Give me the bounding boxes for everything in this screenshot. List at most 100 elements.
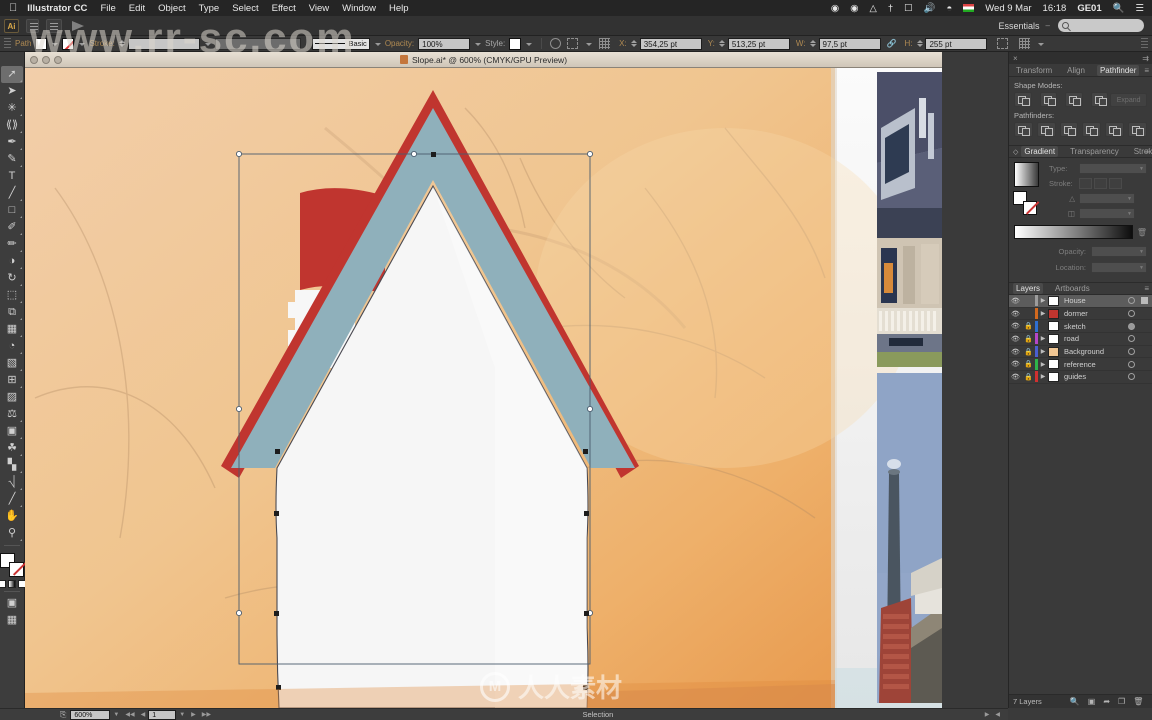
workspace-switcher[interactable]: Essentials [999, 21, 1040, 31]
gradient-angle-input[interactable] [1079, 193, 1135, 204]
minus-front-icon[interactable] [1039, 92, 1058, 107]
minus-back-icon[interactable] [1128, 122, 1147, 137]
rectangle-tool[interactable]: □ [1, 202, 23, 219]
menu-effect[interactable]: Effect [272, 3, 296, 14]
lasso-tool[interactable]: ⟪⟫ [1, 117, 23, 134]
layer-visibility-icon[interactable]: 👁 [1009, 335, 1022, 343]
menu-type[interactable]: Type [199, 3, 220, 14]
gradient-stroke-swatch[interactable] [1023, 201, 1037, 215]
layer-visibility-icon[interactable]: 👁 [1009, 297, 1022, 305]
screen-mode-button[interactable]: ▦ [1, 612, 23, 629]
zoom-level-input[interactable]: 600% [70, 709, 111, 720]
close-panel-icon[interactable]: × [1013, 54, 1018, 63]
next-page-icon[interactable]: ▶ [191, 711, 196, 718]
collapse-panel-icon[interactable]: ⇉ [1142, 54, 1149, 63]
tab-gradient[interactable]: Gradient [1021, 146, 1059, 157]
arrange-documents-button[interactable] [46, 18, 62, 33]
layer-row-reference[interactable]: 👁 🔒 ▶ reference [1009, 358, 1152, 372]
x-stepper[interactable] [631, 38, 638, 50]
eyedropper-tool[interactable]: ⚖ [1, 406, 23, 423]
color-button[interactable] [0, 580, 6, 588]
cloud-icon[interactable]: △ [870, 3, 877, 14]
h-stepper[interactable] [916, 38, 923, 50]
graphic-style-swatch[interactable] [509, 37, 522, 50]
menubar-user[interactable]: GE01 [1077, 3, 1101, 14]
layer-lock-icon[interactable]: 🔒 [1022, 348, 1035, 356]
new-layer-icon[interactable]: ❐ [1118, 697, 1125, 706]
spotlight-search-icon[interactable]: 🔍 [1113, 3, 1125, 14]
wifi-icon[interactable]: ◓ [947, 3, 953, 14]
fill-stroke-indicator[interactable] [0, 553, 24, 577]
stroke-color-swatch[interactable] [9, 562, 24, 577]
paintbrush-tool[interactable]: ✐ [1, 219, 23, 236]
status-menu-icon[interactable]: ▶ [985, 711, 990, 718]
exit-fullscreen-icon[interactable]: ⎘ [60, 710, 66, 720]
brush-dropdown-icon[interactable] [373, 38, 382, 50]
layer-expand-icon[interactable]: ▶ [1038, 297, 1048, 304]
fill-swatch[interactable] [35, 37, 48, 50]
layer-target-icon[interactable] [1128, 310, 1135, 318]
stroke-weight-stepper[interactable] [119, 38, 126, 50]
menu-select[interactable]: Select [232, 3, 258, 14]
menu-help[interactable]: Help [389, 3, 409, 14]
layer-row-guides[interactable]: 👁 🔒 ▶ guides [1009, 371, 1152, 384]
gradient-type-select[interactable] [1079, 163, 1147, 174]
layer-name[interactable]: Background [1064, 347, 1152, 356]
merge-icon[interactable] [1059, 122, 1079, 137]
bridge-button[interactable] [26, 18, 39, 33]
minimize-window-button[interactable] [42, 56, 50, 64]
layer-visibility-icon[interactable]: 👁 [1009, 310, 1022, 318]
zoom-tool[interactable]: ⚲ [1, 525, 23, 542]
zoom-dropdown-icon[interactable]: ▼ [113, 712, 119, 718]
unite-icon[interactable] [1014, 92, 1032, 107]
direct-selection-tool[interactable]: ➤ [1, 83, 23, 100]
type-tool[interactable]: T [1, 168, 23, 185]
rotate-tool[interactable]: ↻ [1, 270, 23, 287]
tab-transform[interactable]: Transform [1013, 65, 1055, 76]
gradient-location-input[interactable] [1091, 262, 1147, 273]
stroke-weight-input[interactable] [127, 37, 200, 50]
exclude-icon[interactable] [1090, 92, 1109, 107]
layer-lock-icon[interactable]: 🔒 [1022, 360, 1035, 368]
gradient-opacity-input[interactable] [1091, 246, 1147, 257]
gradient-fill-stroke-box[interactable] [1013, 191, 1037, 215]
menu-app-name[interactable]: Illustrator CC [27, 3, 87, 14]
scale-tool[interactable]: ⬚ [1, 287, 23, 304]
prev-page-icon[interactable]: ◀ [141, 711, 146, 718]
shape-builder-tool[interactable]: ◔ [1, 338, 23, 355]
free-transform-tool[interactable]: ▦ [1, 321, 23, 338]
locate-object-icon[interactable]: 🔍 [1070, 697, 1080, 706]
intersect-icon[interactable] [1065, 92, 1083, 107]
workspace-dropdown-icon[interactable]: – [1046, 21, 1050, 30]
layer-target-icon[interactable] [1128, 360, 1135, 368]
stroke-gradient-within-icon[interactable] [1079, 178, 1092, 189]
perspective-grid-tool[interactable]: ▧ [1, 355, 23, 372]
artboard-canvas[interactable] [25, 68, 942, 708]
page-number-input[interactable]: 1 [148, 709, 177, 720]
menu-object[interactable]: Object [158, 3, 185, 14]
menu-window[interactable]: Window [342, 3, 376, 14]
align-panel-icon[interactable] [1019, 38, 1031, 49]
layer-visibility-icon[interactable]: 👁 [1009, 360, 1022, 368]
y-stepper[interactable] [719, 38, 726, 50]
last-page-icon[interactable]: ▶▶ [202, 711, 211, 718]
close-window-button[interactable] [30, 56, 38, 64]
layer-row-background[interactable]: 👁 🔒 ▶ Background [1009, 346, 1152, 359]
gradient-tool[interactable]: ▨ [1, 389, 23, 406]
layer-expand-icon[interactable]: ▶ [1038, 335, 1048, 342]
search-adobe-stock-input[interactable] [1058, 19, 1144, 32]
layer-visibility-icon[interactable]: 👁 [1009, 322, 1022, 330]
align-options-icon[interactable] [599, 38, 611, 49]
layer-lock-icon[interactable]: 🔒 [1022, 335, 1035, 343]
stroke-swatch[interactable] [62, 37, 75, 50]
notification-center-icon[interactable]: ☰ [1135, 3, 1144, 14]
crop-icon[interactable] [1082, 122, 1102, 137]
style-dropdown-icon[interactable] [524, 38, 533, 50]
stroke-dropdown-icon[interactable] [77, 38, 86, 50]
shaper-tool[interactable]: ✏ [1, 236, 23, 253]
layer-expand-icon[interactable]: ▶ [1038, 373, 1048, 380]
brush-definition-select[interactable]: Basic [311, 37, 370, 50]
stock-arrow-icon[interactable] [72, 20, 88, 32]
layer-name[interactable]: road [1064, 334, 1152, 343]
menu-file[interactable]: File [100, 3, 115, 14]
